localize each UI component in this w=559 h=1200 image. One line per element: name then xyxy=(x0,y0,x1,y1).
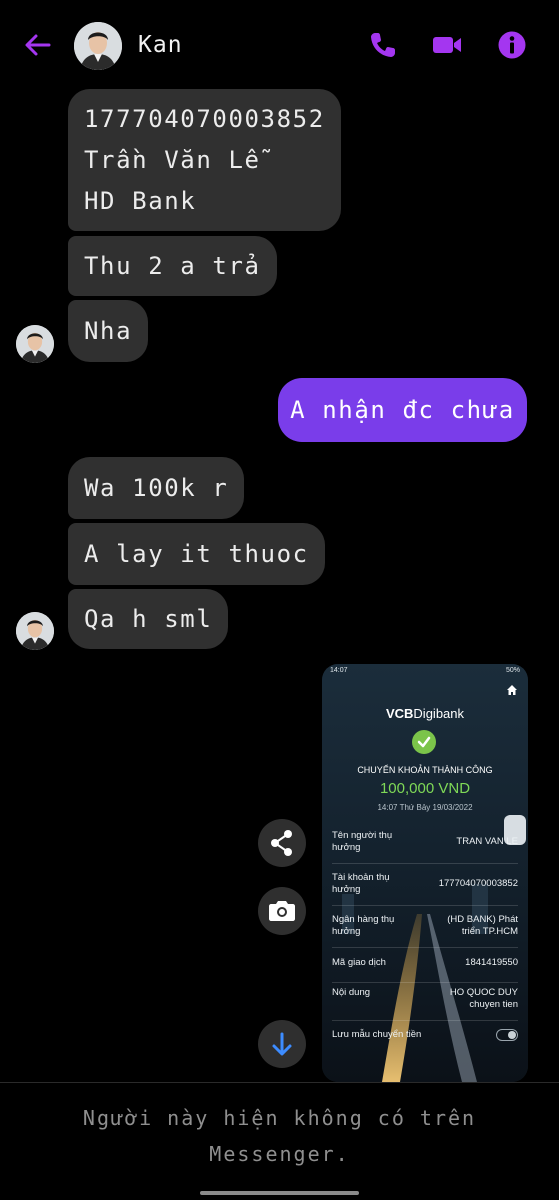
message-bubble[interactable]: Nha xyxy=(68,300,149,362)
detail-value: (HD BANK) Phát triển TP.HCM xyxy=(447,914,518,937)
arrow-left-icon[interactable] xyxy=(22,30,52,60)
contact-name[interactable]: Kan xyxy=(138,32,183,58)
message-bubble[interactable]: Wa 100k r xyxy=(68,457,245,519)
avatar[interactable] xyxy=(16,325,54,363)
detail-label: Tên người thụ hưởng xyxy=(332,830,393,853)
message-bubble[interactable]: Qa h sml xyxy=(68,589,229,649)
transfer-amount: 100,000 VND xyxy=(379,780,471,797)
detail-row: Lưu mẫu chuyển tiền xyxy=(332,1029,518,1049)
message-line: HD Bank xyxy=(84,187,197,215)
message-line: 177704070003852 xyxy=(84,105,325,133)
detail-label: Lưu mẫu chuyển tiền xyxy=(332,1029,422,1040)
message-bubble[interactable]: Thu 2 a trả xyxy=(68,236,277,296)
video-camera-icon[interactable] xyxy=(430,28,464,62)
detail-row: Tài khoản thụ hưởng 177704070003852 xyxy=(332,872,518,906)
home-icon xyxy=(506,683,518,695)
shared-image[interactable]: 14:07 50% VCBDigibank CHUYỂN KHOẢN THÀNH… xyxy=(322,664,528,1082)
camera-icon[interactable] xyxy=(258,887,306,935)
notice-line: Messenger. xyxy=(209,1142,350,1166)
detail-row: Nội dung HO QUOC DUY chuyen tien xyxy=(332,987,518,1021)
notice-line: Người này hiện không có trên xyxy=(82,1106,477,1130)
checkmark-icon xyxy=(412,730,436,754)
detail-row: Ngân hàng thụ hưởng (HD BANK) Phát triển… xyxy=(332,914,518,948)
detail-value: TRAN VAN LE xyxy=(456,836,518,847)
avatar[interactable] xyxy=(16,612,54,650)
share-icon[interactable] xyxy=(258,819,306,867)
detail-label: Nội dung xyxy=(332,987,371,998)
detail-row: Mã giao dịch 1841419550 xyxy=(332,957,518,983)
status-time: 14:07 xyxy=(330,667,348,674)
message-line: Trần Văn Lễ xyxy=(84,146,261,174)
detail-value: 1841419550 xyxy=(465,957,518,968)
unavailable-notice: Người này hiện không có trên Messenger. xyxy=(0,1100,559,1172)
message-bubble[interactable]: 177704070003852 Trần Văn Lễ HD Bank xyxy=(68,89,341,231)
detail-row: Tên người thụ hưởng TRAN VAN LE xyxy=(332,830,518,864)
detail-label: Tài khoản thụ hưởng xyxy=(332,872,390,895)
message-bubble-outgoing[interactable]: A nhận đc chưa xyxy=(278,378,527,442)
bank-logo: VCBDigibank xyxy=(322,706,528,721)
detail-label: Mã giao dịch xyxy=(332,957,386,968)
info-icon[interactable] xyxy=(495,28,529,62)
transfer-datetime: 14:07 Thứ Bảy 19/03/2022 xyxy=(377,803,473,812)
logo-bold: VCB xyxy=(385,706,414,721)
phone-icon[interactable] xyxy=(366,28,400,62)
detail-value: HO QUOC DUY chuyen tien xyxy=(449,987,518,1010)
arrow-down-icon[interactable] xyxy=(258,1020,306,1068)
chat-header: Kan xyxy=(0,0,559,92)
detail-value: 177704070003852 xyxy=(438,878,518,889)
transfer-status: CHUYỂN KHOẢN THÀNH CÔNG xyxy=(357,765,493,775)
avatar[interactable] xyxy=(74,22,122,70)
home-indicator[interactable] xyxy=(200,1191,359,1195)
divider xyxy=(0,1082,559,1083)
logo-rest: Digibank xyxy=(413,706,465,721)
status-bar: 14:07 50% xyxy=(330,667,520,674)
message-bubble[interactable]: A lay it thuoc xyxy=(68,523,325,585)
battery-level: 50% xyxy=(505,667,520,674)
save-template-toggle xyxy=(496,1029,518,1041)
detail-label: Ngân hàng thụ hưởng xyxy=(332,914,395,937)
